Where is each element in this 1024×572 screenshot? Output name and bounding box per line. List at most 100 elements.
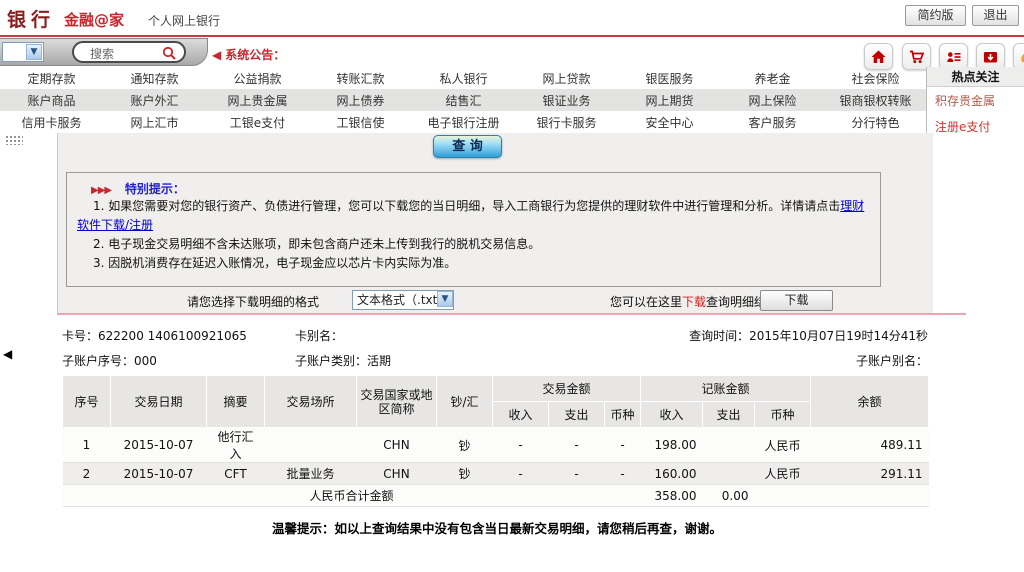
col-header-summary: 摘要 bbox=[206, 375, 265, 428]
nav-item[interactable]: 信用卡服务 bbox=[0, 114, 103, 131]
transaction-row: 2 2015-10-07 CFT 批量业务 CHN 钞 - - - 160.00… bbox=[62, 462, 929, 485]
announcement-speaker-icon: ◀ bbox=[212, 48, 222, 62]
tip-item-2: 2. 电子现金交易明细不含未达账项，即未包含商户还未上传到我行的脱机交易信息。 bbox=[93, 237, 541, 251]
nav-item[interactable]: 网上期货 bbox=[618, 92, 721, 109]
nav-item[interactable]: 安全中心 bbox=[618, 114, 721, 131]
cell-trade-expense: - bbox=[548, 427, 605, 463]
sub-account-type-value: 活期 bbox=[367, 354, 392, 368]
search-input[interactable]: 搜索 bbox=[72, 41, 186, 63]
contacts-icon bbox=[947, 51, 961, 62]
nav-item[interactable]: 定期存款 bbox=[0, 70, 103, 87]
cell-date: 2015-10-07 bbox=[110, 462, 207, 485]
nav-item[interactable]: 私人银行 bbox=[412, 70, 515, 87]
total-currency-empty bbox=[754, 484, 811, 507]
nav-item[interactable]: 网上保险 bbox=[721, 92, 824, 109]
nav-item[interactable]: 电子银行注册 bbox=[412, 114, 515, 131]
footer-reminder: 温馨提示：如以上查询结果中没有包含当日最新交易明细，请您稍后再查，谢谢。 bbox=[271, 521, 722, 536]
chevron-down-icon[interactable]: ▼ bbox=[26, 44, 42, 60]
cell-country: CHN bbox=[356, 427, 437, 463]
download-button[interactable]: 下载 bbox=[760, 290, 833, 311]
col-header-country: 交易国家或地区简称 bbox=[356, 375, 437, 428]
nav-item[interactable]: 网上债券 bbox=[309, 92, 412, 109]
nav-item[interactable]: 账户商品 bbox=[0, 92, 103, 109]
shopping-cart-button[interactable] bbox=[902, 43, 931, 70]
hot-topic-link[interactable]: 积存贵金属 bbox=[935, 92, 1024, 109]
nav-item[interactable]: 养老金 bbox=[721, 70, 824, 87]
chevron-down-icon[interactable]: ▼ bbox=[437, 291, 453, 307]
nav-item[interactable]: 网上贵金属 bbox=[206, 92, 309, 109]
nav-item[interactable]: 银行卡服务 bbox=[515, 114, 618, 131]
cell-book-expense bbox=[702, 427, 755, 463]
sidebar-collapse-icon[interactable]: ◀ bbox=[3, 347, 12, 361]
cell-trade-currency: - bbox=[604, 427, 641, 463]
nav-item[interactable]: 网上贷款 bbox=[515, 70, 618, 87]
nav-item[interactable]: 银证业务 bbox=[515, 92, 618, 109]
shopping-cart-icon bbox=[910, 50, 925, 63]
announcement-label: 系统公告： bbox=[225, 48, 286, 62]
cell-date: 2015-10-07 bbox=[110, 427, 207, 463]
nav-item[interactable]: 结售汇 bbox=[412, 92, 515, 109]
card-alias-label: 卡别名： bbox=[295, 329, 344, 343]
contacts-button[interactable] bbox=[939, 43, 968, 70]
card-number: 卡号：622200 1406100921065 bbox=[62, 327, 247, 344]
sub-account-type: 子账户类别：活期 bbox=[295, 352, 391, 369]
nav-item[interactable]: 银商银权转账 bbox=[824, 92, 927, 109]
hot-topics-title: 热点关注 bbox=[927, 67, 1024, 87]
total-balance-empty bbox=[810, 484, 929, 507]
cell-trade-income: - bbox=[492, 462, 549, 485]
category-dropdown[interactable]: ▼ bbox=[2, 42, 44, 62]
nav-item[interactable]: 通知存款 bbox=[103, 70, 206, 87]
nav-item[interactable]: 转账汇款 bbox=[309, 70, 412, 87]
query-button[interactable]: 查 询 bbox=[433, 135, 502, 158]
hot-topic-link[interactable]: 注册e支付 bbox=[935, 118, 1024, 135]
download-format-select[interactable]: 文本格式（.txt） ▼ bbox=[352, 290, 454, 310]
customer-service-icon bbox=[1021, 53, 1024, 62]
cell-summary: CFT bbox=[206, 462, 265, 485]
cell-summary: 他行汇入 bbox=[206, 427, 265, 463]
nav-item[interactable]: 客户服务 bbox=[721, 114, 824, 131]
brand-finance-home: 金融@家 bbox=[64, 11, 125, 29]
nav-item[interactable]: 工银e支付 bbox=[206, 114, 309, 131]
cell-seq: 1 bbox=[62, 427, 111, 463]
cell-place bbox=[264, 427, 357, 463]
nav-item[interactable]: 工银信使 bbox=[309, 114, 412, 131]
nav-item[interactable]: 公益捐款 bbox=[206, 70, 309, 87]
col-header-book-currency: 币种 bbox=[754, 401, 811, 428]
nav-item[interactable]: 银医服务 bbox=[618, 70, 721, 87]
col-header-cash: 钞/汇 bbox=[436, 375, 493, 428]
search-placeholder: 搜索 bbox=[90, 47, 115, 61]
search-icon[interactable] bbox=[161, 45, 177, 64]
nav-item[interactable]: 网上汇市 bbox=[103, 114, 206, 131]
bank-logo-text: 银行 bbox=[7, 9, 56, 31]
nav-row-3: 信用卡服务 网上汇市 工银e支付 工银信使 电子银行注册 银行卡服务 安全中心 客户服务 分行特… bbox=[0, 111, 927, 133]
account-info-row-1: 卡号：622200 1406100921065 卡别名： 查询时间：2015年1… bbox=[62, 327, 928, 343]
download-hint: 您可以在这里下载查询明细结果 bbox=[610, 293, 778, 310]
download-hint-red: 下载 bbox=[682, 295, 707, 309]
nav-item[interactable]: 社会保险 bbox=[824, 70, 927, 87]
simple-version-button[interactable]: 简约版 bbox=[905, 5, 966, 26]
total-expense: 0.00 bbox=[702, 484, 755, 507]
personal-banking-label: 个人网上银行 bbox=[148, 14, 221, 28]
col-header-date: 交易日期 bbox=[110, 375, 207, 428]
cell-trade-income: - bbox=[492, 427, 549, 463]
hot-topics-links: 积存贵金属注册e支付 bbox=[927, 87, 1024, 135]
message-download-button[interactable] bbox=[976, 43, 1005, 70]
logout-button[interactable]: 退出 bbox=[972, 5, 1019, 26]
home-button[interactable] bbox=[864, 43, 893, 70]
download-hint-prefix: 您可以在这里 bbox=[610, 295, 683, 309]
banking-page: 银行 金融@家 个人网上银行 简约版 退出 ▼ 搜索 ◀ 系统公告： 定期存款 通知… bbox=[0, 0, 1024, 572]
sub-account-alias-label: 子账户别名： bbox=[855, 354, 928, 368]
cell-trade-expense: - bbox=[548, 462, 605, 485]
drag-handle-dots[interactable] bbox=[5, 135, 23, 145]
nav-item[interactable]: 分行特色 bbox=[824, 114, 927, 131]
col-header-trade-amount: 交易金额 bbox=[492, 375, 641, 402]
customer-service-button[interactable] bbox=[1013, 43, 1024, 70]
col-header-trade-income: 收入 bbox=[492, 401, 549, 428]
col-header-place: 交易场所 bbox=[264, 375, 357, 428]
tip-item-1: 1. 如果您需要对您的银行资产、负债进行管理，您可以下载您的当日明细，导入工商银… bbox=[77, 197, 870, 235]
tips-header: ▶▶▶ 特别提示： bbox=[91, 180, 870, 197]
cell-book-income: 160.00 bbox=[640, 462, 703, 485]
nav-row-1: 定期存款 通知存款 公益捐款 转账汇款 私人银行 网上贷款 银医服务 养老金 社会保险 bbox=[0, 67, 927, 89]
query-time-value: 2015年10月07日19时14分41秒 bbox=[749, 329, 928, 343]
nav-item[interactable]: 账户外汇 bbox=[103, 92, 206, 109]
